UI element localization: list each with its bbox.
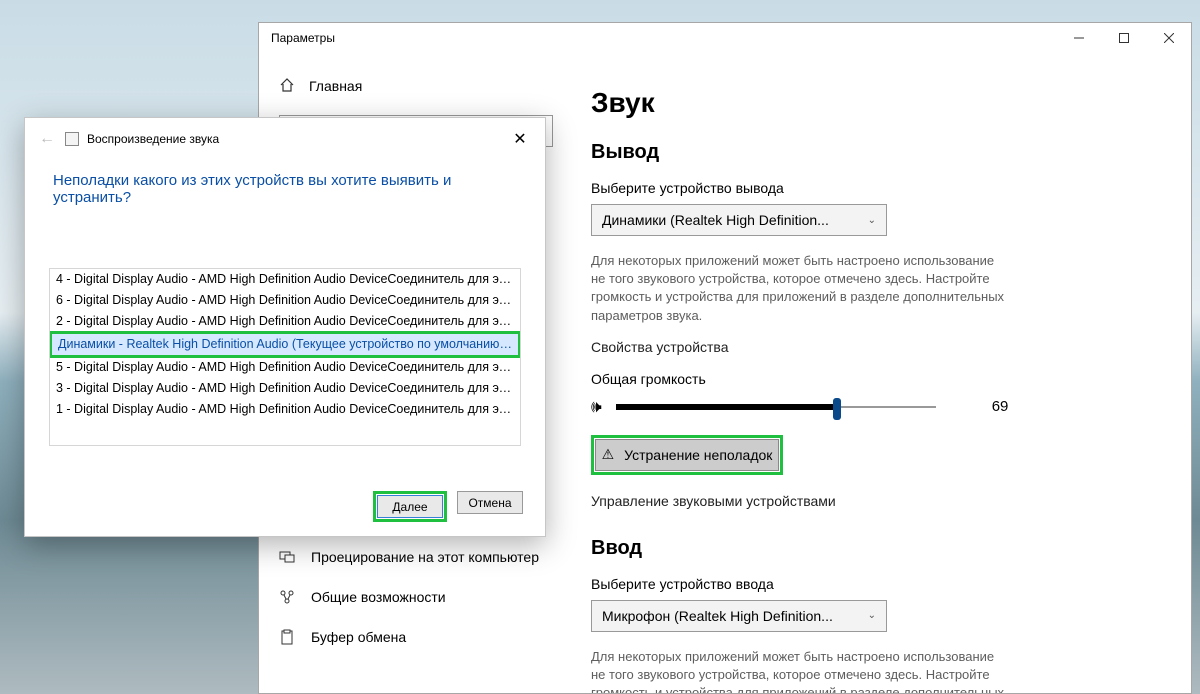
sidebar-item-label: Общие возможности	[311, 589, 446, 605]
speaker-icon: 🕪	[591, 397, 602, 417]
manage-devices-link[interactable]: Управление звуковыми устройствами	[591, 493, 1155, 509]
dialog-question: Неполадки какого из этих устройств вы хо…	[25, 160, 545, 206]
input-select-label: Выберите устройство ввода	[591, 576, 1155, 592]
list-item-selected[interactable]: Динамики - Realtek High Definition Audio…	[52, 334, 518, 355]
list-item[interactable]: 3 - Digital Display Audio - AMD High Def…	[50, 378, 520, 399]
volume-slider[interactable]	[616, 395, 936, 419]
chevron-down-icon: ⌄	[868, 215, 876, 226]
maximize-button[interactable]	[1101, 23, 1146, 53]
troubleshoot-highlight: ⚠ Устранение неполадок	[591, 435, 783, 475]
chevron-down-icon: ⌄	[868, 610, 876, 621]
minimize-button[interactable]	[1056, 23, 1101, 53]
cancel-label: Отмена	[468, 496, 511, 510]
clipboard-icon	[279, 629, 295, 645]
list-item[interactable]: 4 - Digital Display Audio - AMD High Def…	[50, 269, 520, 290]
next-button[interactable]: Далее	[377, 495, 443, 518]
dialog-title: Воспроизведение звука	[87, 132, 505, 146]
sidebar-item-projecting[interactable]: Проецирование на этот компьютер	[259, 537, 573, 577]
warning-icon: ⚠	[602, 446, 615, 463]
troubleshoot-label: Устранение неполадок	[624, 447, 772, 463]
sidebar-item-shared[interactable]: Общие возможности	[259, 577, 573, 617]
output-device-value: Динамики (Realtek High Definition...	[602, 212, 829, 228]
close-button[interactable]	[1146, 23, 1191, 53]
list-item[interactable]: 6 - Digital Display Audio - AMD High Def…	[50, 290, 520, 311]
window-title: Параметры	[271, 31, 335, 45]
list-item[interactable]: 1 - Digital Display Audio - AMD High Def…	[50, 399, 520, 420]
sidebar-item-clipboard[interactable]: Буфер обмена	[259, 617, 573, 657]
dialog-icon	[65, 132, 79, 146]
back-icon[interactable]: ←	[39, 130, 55, 148]
volume-label: Общая громкость	[591, 371, 1155, 387]
output-device-dropdown[interactable]: Динамики (Realtek High Definition... ⌄	[591, 204, 887, 236]
sidebar-item-label: Проецирование на этот компьютер	[311, 549, 539, 565]
input-heading: Ввод	[591, 537, 1155, 560]
list-item[interactable]: 5 - Digital Display Audio - AMD High Def…	[50, 357, 520, 378]
output-select-label: Выберите устройство вывода	[591, 180, 1155, 196]
project-icon	[279, 549, 295, 565]
input-description: Для некоторых приложений может быть наст…	[591, 648, 1011, 693]
home-icon	[279, 77, 295, 96]
sidebar-home-label: Главная	[309, 78, 362, 94]
titlebar: Параметры	[259, 23, 1191, 53]
content: Звук Вывод Выберите устройство вывода Ди…	[573, 53, 1191, 693]
sidebar-home[interactable]: Главная	[259, 67, 573, 105]
input-device-dropdown[interactable]: Микрофон (Realtek High Definition... ⌄	[591, 600, 887, 632]
device-properties-link[interactable]: Свойства устройства	[591, 339, 1155, 355]
device-list[interactable]: 4 - Digital Display Audio - AMD High Def…	[49, 268, 521, 446]
next-label: Далее	[392, 500, 427, 514]
input-device-value: Микрофон (Realtek High Definition...	[602, 608, 833, 624]
dialog-close-button[interactable]: ✕	[505, 124, 535, 154]
shared-icon	[279, 589, 295, 605]
next-highlight: Далее	[373, 491, 447, 522]
output-description: Для некоторых приложений может быть наст…	[591, 252, 1011, 325]
cancel-button[interactable]: Отмена	[457, 491, 523, 514]
output-heading: Вывод	[591, 141, 1155, 164]
troubleshooter-dialog: ← Воспроизведение звука ✕ Неполадки како…	[24, 117, 546, 537]
list-item[interactable]: 2 - Digital Display Audio - AMD High Def…	[50, 311, 520, 332]
volume-value: 69	[992, 398, 1009, 415]
selected-highlight: Динамики - Realtek High Definition Audio…	[49, 331, 521, 358]
sidebar-item-label: Буфер обмена	[311, 629, 406, 645]
troubleshoot-button[interactable]: ⚠ Устранение неполадок	[595, 439, 779, 471]
page-title: Звук	[591, 87, 1155, 119]
